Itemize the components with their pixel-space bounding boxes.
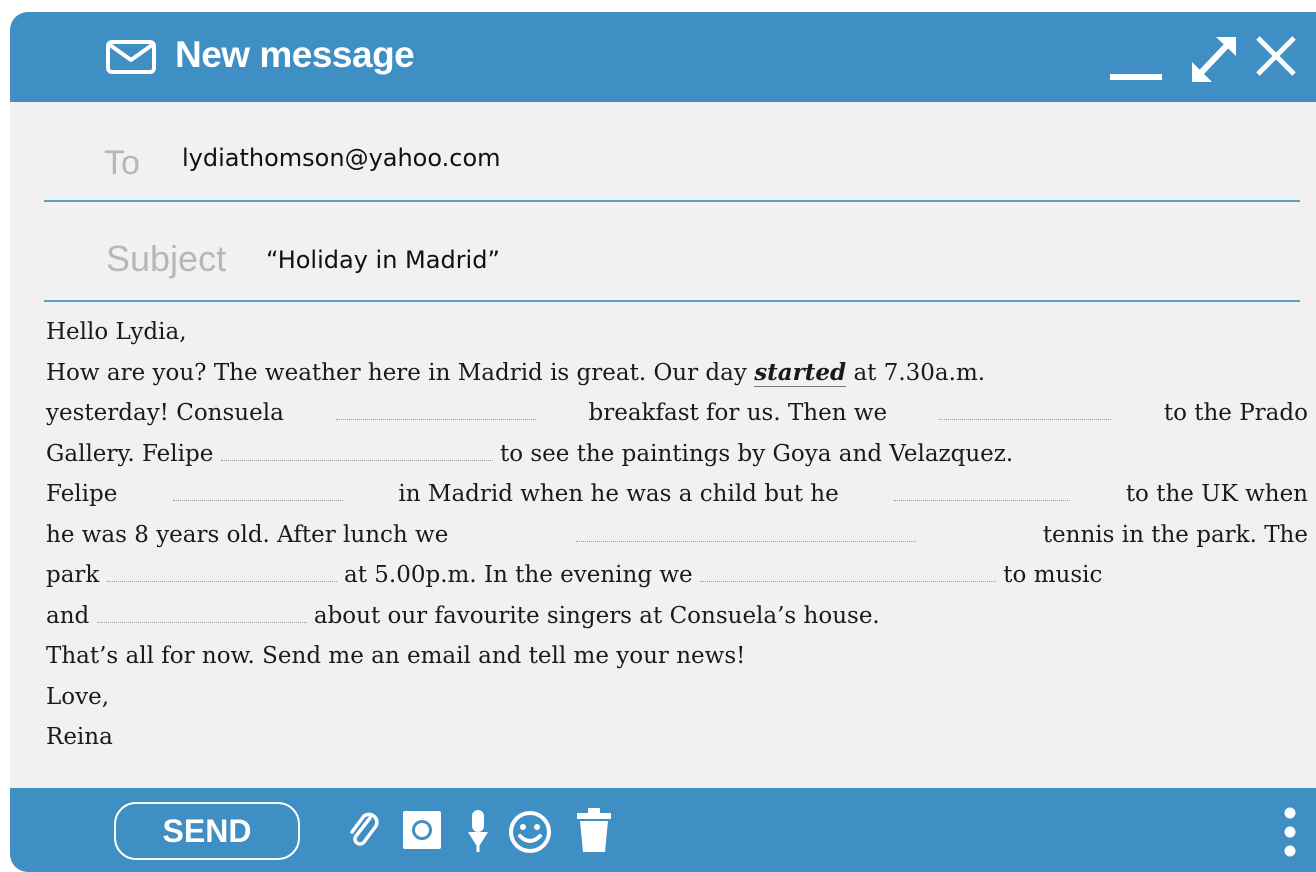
message-line: he was 8 years old. After lunch we tenni… [46,521,1308,548]
message-line: Reina [46,724,113,750]
answer-blank-5[interactable] [894,480,1071,501]
message-line: Felipe in Madrid when he was a child but… [46,480,1308,507]
camera-icon[interactable] [402,810,442,850]
to-label: To [104,144,140,182]
paperclip-icon[interactable] [348,810,382,852]
microphone-icon[interactable] [466,808,490,854]
answer-blank-4[interactable] [172,480,343,501]
compose-window: New message To lydiathomson@yahoo.com Su… [10,12,1316,872]
maximize-icon[interactable] [1190,34,1238,84]
message-line: That’s all for now. Send me an email and… [46,643,746,669]
to-input[interactable]: lydiathomson@yahoo.com [182,144,501,172]
window-title: New message [175,34,415,75]
answer-blank-3[interactable] [220,440,493,461]
message-line: How are you? The weather here in Madrid … [46,358,986,387]
message-line: park at 5.00p.m. In the evening we to mu… [46,561,1103,588]
subject-label: Subject [106,238,227,279]
message-line: yesterday! Consuela breakfast for us. Th… [46,399,1308,426]
more-vertical-icon[interactable] [1282,806,1298,858]
answer-blank-2[interactable] [939,399,1112,420]
to-field[interactable]: To lydiathomson@yahoo.com [44,102,1300,202]
message-line: and about our favourite singers at Consu… [46,602,880,629]
subject-field[interactable]: Subject “Holiday in Madrid” [44,202,1300,302]
answer-blank-6[interactable] [575,521,916,542]
message-line: Gallery. Felipe to see the paintings by … [46,440,1014,467]
trash-icon[interactable] [576,806,612,854]
envelope-icon [106,40,156,74]
message-line: Hello Lydia, [46,319,187,345]
answer-blank-7[interactable] [106,561,337,582]
answer-blank-1[interactable] [336,399,537,420]
subject-input[interactable]: “Holiday in Madrid” [266,246,500,274]
message-body[interactable]: Hello Lydia, How are you? The weather he… [46,312,1308,758]
title-bar: New message [10,12,1316,102]
answer-blank-8[interactable] [699,561,996,582]
answer-blank-9[interactable] [96,602,307,623]
message-line: Love, [46,683,110,710]
subject-divider [44,300,1300,302]
send-button[interactable]: SEND [114,802,300,860]
emoji-icon[interactable] [508,810,552,854]
close-icon[interactable] [1254,34,1298,78]
example-answer: started [754,358,847,387]
bottom-toolbar: SEND [10,788,1316,872]
minimize-icon[interactable] [1108,52,1164,82]
